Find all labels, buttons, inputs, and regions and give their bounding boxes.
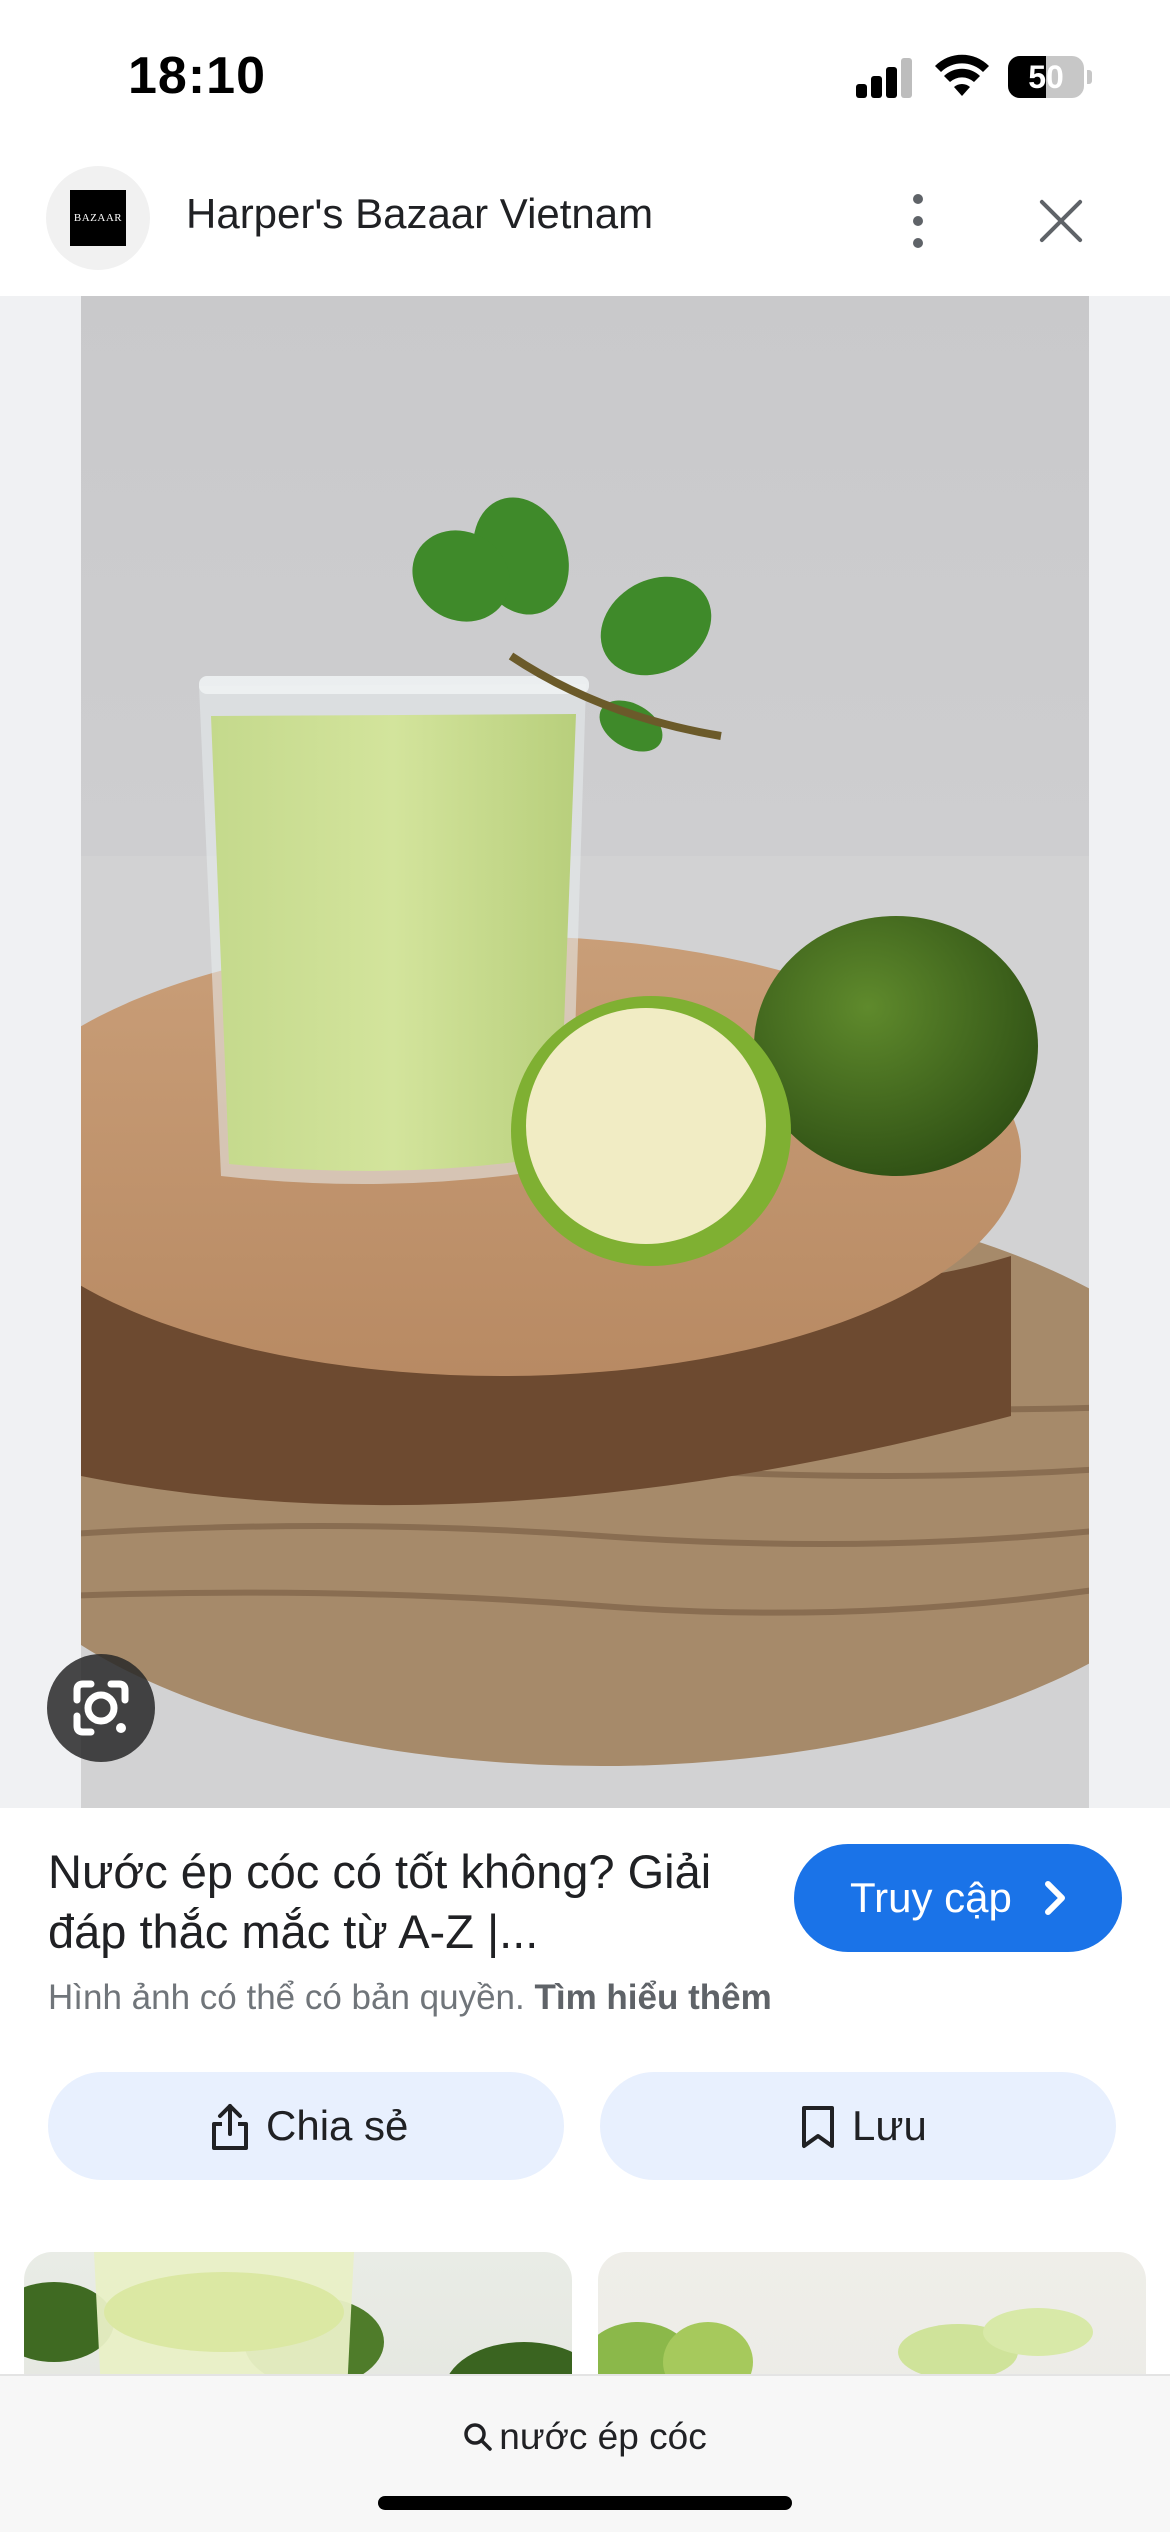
- site-logo-mark: BAZAAR: [70, 190, 126, 246]
- cellular-signal-icon: [856, 58, 914, 98]
- wifi-icon: [935, 54, 989, 96]
- battery-icon: 50: [1008, 56, 1092, 98]
- visit-button[interactable]: Truy cập: [794, 1844, 1122, 1952]
- search-query-text: nước ép cóc: [499, 2416, 707, 2457]
- result-image[interactable]: [81, 296, 1089, 1808]
- close-icon[interactable]: [1030, 190, 1092, 252]
- chevron-right-icon: [1045, 1881, 1065, 1915]
- share-button-label: Chia sẻ: [266, 2102, 409, 2149]
- save-button[interactable]: Lưu: [600, 2072, 1116, 2180]
- search-query-chip[interactable]: nước ép cóc: [0, 2416, 1170, 2458]
- lens-icon: [73, 1680, 129, 1736]
- share-button[interactable]: Chia sẻ: [48, 2072, 564, 2180]
- battery-level: 50: [1028, 59, 1064, 95]
- bottom-search-bar: nước ép cóc: [0, 2374, 1170, 2532]
- more-options-icon[interactable]: [894, 186, 942, 256]
- google-lens-button[interactable]: [47, 1654, 155, 1762]
- share-icon: [212, 2104, 248, 2150]
- search-icon: [464, 2423, 493, 2451]
- bookmark-icon: [802, 2106, 834, 2148]
- image-viewer: [0, 296, 1170, 1808]
- copyright-notice: Hình ảnh có thể có bản quyền. Tìm hiểu t…: [48, 1978, 772, 2018]
- result-title[interactable]: Nước ép cóc có tốt không? Giải đáp thắc …: [48, 1842, 728, 1962]
- juice-photo: [81, 497, 1089, 1808]
- save-button-label: Lưu: [852, 2102, 927, 2149]
- learn-more-link[interactable]: Tìm hiểu thêm: [534, 1978, 771, 2017]
- home-indicator: [378, 2496, 792, 2510]
- site-name[interactable]: Harper's Bazaar Vietnam: [186, 190, 653, 238]
- source-header: BAZAAR Harper's Bazaar Vietnam: [0, 150, 1170, 296]
- visit-button-label: Truy cập: [850, 1874, 1012, 1921]
- copyright-text: Hình ảnh có thể có bản quyền.: [48, 1978, 525, 2017]
- site-logo[interactable]: BAZAAR: [46, 166, 150, 270]
- status-time: 18:10: [128, 47, 266, 105]
- status-bar: 18:10 50: [0, 0, 1170, 150]
